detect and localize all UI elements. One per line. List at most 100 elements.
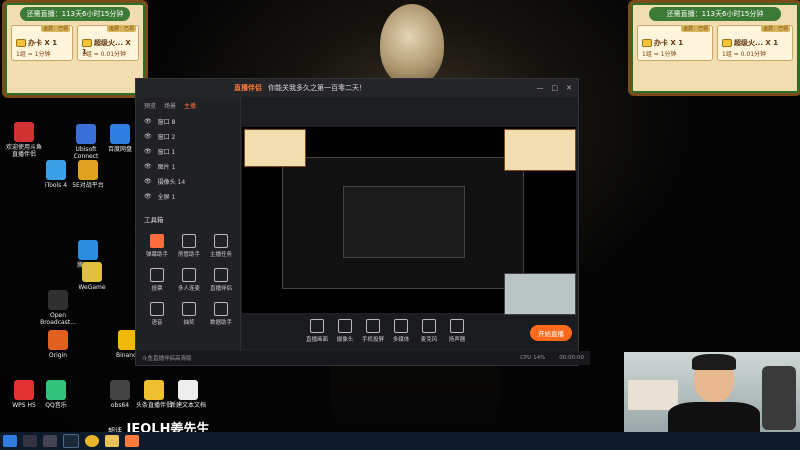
desktop-icon[interactable]: WeGame	[72, 262, 112, 300]
tool-icon	[366, 319, 380, 333]
app-icon	[14, 122, 34, 142]
status-text: 斗鱼直播伴侣高清版	[142, 356, 192, 362]
tile-price: 1组 = 1分钟	[642, 51, 677, 58]
scene-item[interactable]: 👁 全屏 1	[136, 189, 240, 204]
stream-timer: 00:00:00	[559, 355, 584, 361]
tool-button[interactable]: 多人连麦	[174, 268, 204, 292]
bottom-tool-button[interactable]: 扬声器	[442, 319, 472, 343]
desktop-icon-label: Origin	[48, 352, 68, 359]
tool-label: 数据助手	[209, 320, 232, 326]
bottom-tool-button[interactable]: 麦克风	[414, 319, 444, 343]
eye-icon[interactable]: 👁	[144, 133, 152, 140]
scene-item[interactable]: 👁 窗口 8	[136, 114, 240, 129]
tile-name: 办卡 X 1	[28, 39, 58, 47]
scene-item[interactable]: 👁 摄像头 14	[136, 174, 240, 189]
bottom-tool-button[interactable]: 手机投屏	[358, 319, 388, 343]
desktop-icon-label: 欢迎使用斗鱼直播伴侣	[5, 144, 42, 158]
tool-button[interactable]: 弹幕助手	[142, 234, 172, 258]
app-icon	[46, 160, 66, 180]
eye-icon[interactable]: 👁	[144, 118, 152, 125]
bottom-tool-button[interactable]: 多媒体	[386, 319, 416, 343]
app-icon	[110, 124, 130, 144]
tool-button[interactable]: 抽奖	[174, 302, 204, 326]
desktop-icon[interactable]: QQ音乐	[36, 380, 76, 418]
background-chair	[762, 366, 796, 430]
preview-card	[504, 129, 576, 171]
tool-button[interactable]: 投票	[142, 268, 172, 292]
tool-button[interactable]: 主播任务	[206, 234, 236, 258]
overlay-card-left: 还需直播：113天6小时15分钟 运费：已领 办卡 X 1 1组 = 1分钟 运…	[2, 0, 148, 98]
desktop-icon[interactable]: Open Broadcast...	[38, 290, 78, 328]
scene-label: 图片 1	[157, 164, 176, 171]
scene-list: 👁 窗口 8 👁 窗口 2 👁 窗口 1 👁 图片 1 👁 摄像头 14 👁 全屏 1	[136, 114, 240, 204]
status-bar: 斗鱼直播伴侣高清版 CPU 14% 00:00:00	[136, 351, 590, 365]
tool-button[interactable]: 数据助手	[206, 302, 236, 326]
search-icon[interactable]	[23, 435, 37, 447]
tool-icon	[214, 234, 228, 248]
desktop-icon-label: 新建文本文档	[169, 402, 206, 409]
tool-button[interactable]: 语音	[142, 302, 172, 326]
explorer-icon[interactable]	[105, 435, 119, 447]
app-icon	[46, 380, 66, 400]
streamer-watermark: 超话 JEOLH姜先生	[108, 418, 209, 432]
tile-price: 1组 = 0.01分钟	[722, 51, 767, 58]
start-icon[interactable]	[3, 435, 17, 447]
overlay-card-right: 还需直播：113天6小时15分钟 运费：已领 办卡 X 1 1组 = 1分钟 运…	[628, 0, 800, 96]
tool-icon	[150, 234, 164, 248]
steam-icon[interactable]	[63, 434, 79, 448]
nested-preview-window	[282, 157, 524, 289]
chrome-icon[interactable]	[85, 435, 99, 447]
app-icon	[14, 380, 34, 400]
desktop-icon[interactable]: Origin	[38, 330, 78, 368]
scene-label: 窗口 1	[157, 149, 176, 156]
eye-icon[interactable]: 👁	[144, 148, 152, 155]
eye-icon[interactable]: 👁	[144, 193, 152, 200]
card-tile: 运费：已领 超级火... X 1 1组 = 0.01分钟	[77, 25, 139, 61]
tool-label: 直播画面	[305, 337, 328, 343]
tab-scenes[interactable]: 场景	[164, 101, 176, 110]
app-icon	[78, 160, 98, 180]
streamer-hair	[692, 354, 736, 370]
card-banner: 还需直播：113天6小时15分钟	[20, 7, 130, 21]
close-icon[interactable]: ✕	[566, 84, 572, 92]
preview-card	[244, 129, 306, 167]
tools-heading: 工具箱	[144, 216, 164, 224]
tool-label: 直播伴侣	[209, 286, 232, 292]
tool-icon	[422, 319, 436, 333]
tool-icon	[214, 302, 228, 316]
desktop-icon[interactable]: 5E对战平台	[68, 160, 108, 198]
app-icon	[144, 380, 164, 400]
app-icon	[78, 240, 98, 260]
scene-item[interactable]: 👁 图片 1	[136, 159, 240, 174]
bottom-tool-button[interactable]: 摄像头	[330, 319, 360, 343]
minimize-icon[interactable]: —	[537, 84, 544, 92]
tool-label: 摄像头	[336, 337, 354, 343]
taskview-icon[interactable]	[43, 435, 57, 447]
tool-button[interactable]: 直播伴侣	[206, 268, 236, 292]
tool-button[interactable]: 房管助手	[174, 234, 204, 258]
desktop-icon-label: 百度网盘	[107, 146, 132, 153]
scene-item[interactable]: 👁 窗口 2	[136, 129, 240, 144]
tile-name: 超级火... X 1	[734, 39, 779, 47]
streamer-body	[668, 402, 760, 432]
tile-price: 1组 = 1分钟	[16, 51, 51, 58]
stream-title[interactable]: 你能关我多久之第一百零二天！	[268, 83, 366, 93]
scene-label: 窗口 2	[157, 134, 176, 141]
maximize-icon[interactable]: □	[552, 84, 559, 92]
title-bar: 直播伴侣 你能关我多久之第一百零二天！ — □ ✕	[136, 79, 578, 97]
scene-label: 窗口 8	[157, 119, 176, 126]
desktop-icon[interactable]: 百度网盘	[100, 124, 140, 162]
desktop-icon[interactable]: 欢迎使用斗鱼直播伴侣	[4, 122, 44, 160]
tab-preview[interactable]: 预览	[144, 101, 156, 110]
app-icon[interactable]	[125, 435, 139, 447]
desktop-icon[interactable]: 新建文本文档	[168, 380, 208, 418]
streaming-app-window[interactable]: 直播伴侣 你能关我多久之第一百零二天！ — □ ✕ 预览 场景 主播 👁 窗口 8…	[135, 78, 590, 366]
app-icon	[82, 262, 102, 282]
start-stream-button[interactable]: 开始直播	[530, 325, 572, 341]
coin-icon	[82, 39, 92, 47]
bottom-tool-button[interactable]: 直播画面	[302, 319, 332, 343]
eye-icon[interactable]: 👁	[144, 163, 152, 170]
scene-item[interactable]: 👁 窗口 1	[136, 144, 240, 159]
eye-icon[interactable]: 👁	[144, 178, 152, 185]
tab-anchor[interactable]: 主播	[184, 101, 196, 110]
